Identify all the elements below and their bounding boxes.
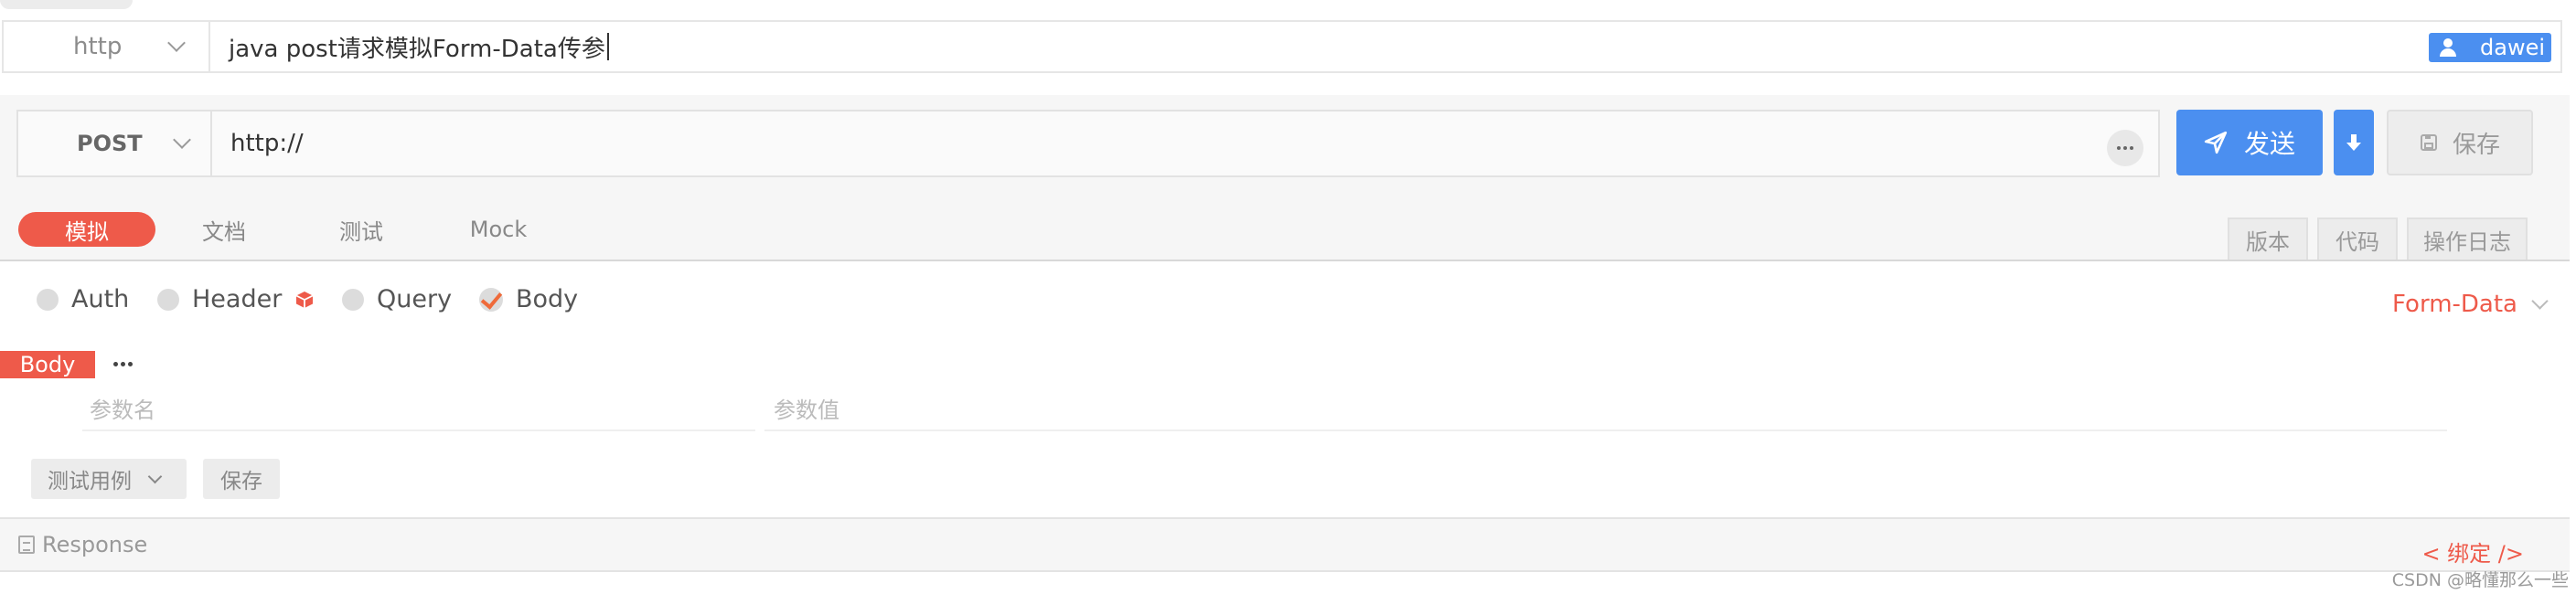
tab-docs[interactable]: 文档 bbox=[183, 212, 265, 247]
user-name: dawei bbox=[2480, 35, 2546, 60]
body-type-select[interactable]: Form-Data bbox=[2392, 291, 2549, 318]
testcase-label: 测试用例 bbox=[48, 470, 132, 493]
chevron-down-icon bbox=[173, 131, 191, 149]
param-value-input[interactable]: 参数值 bbox=[764, 386, 2447, 431]
testcase-dropdown[interactable]: 测试用例 bbox=[31, 459, 187, 499]
option-label: Query bbox=[377, 285, 453, 313]
send-icon bbox=[2204, 131, 2228, 154]
testcase-save-button[interactable]: 保存 bbox=[203, 459, 280, 499]
tab-simulate[interactable]: 模拟 bbox=[18, 212, 155, 247]
request-panel: POST http:// 发送 保存 bbox=[0, 95, 2570, 196]
user-badge[interactable]: dawei bbox=[2429, 33, 2551, 62]
user-icon bbox=[2438, 37, 2458, 58]
more-dot bbox=[2123, 146, 2127, 150]
more-dot bbox=[128, 362, 133, 366]
tab-test[interactable]: 测试 bbox=[320, 212, 402, 247]
more-dot bbox=[121, 362, 125, 366]
watermark: CSDN @略懂那么一些 bbox=[2391, 570, 2569, 590]
api-title-input[interactable]: java post请求模拟Form-Data传参 bbox=[210, 22, 2560, 71]
save-button[interactable]: 保存 bbox=[2387, 110, 2533, 175]
option-label: Auth bbox=[71, 285, 130, 313]
chevron-down-icon bbox=[167, 34, 186, 52]
more-dot bbox=[2117, 146, 2121, 150]
radio-button bbox=[37, 288, 59, 311]
option-label: Header bbox=[192, 285, 283, 313]
checked-radio-icon bbox=[479, 287, 503, 312]
save-icon bbox=[2420, 134, 2437, 151]
option-body[interactable]: Body bbox=[479, 285, 578, 313]
more-dot bbox=[113, 362, 118, 366]
chevron-down-icon bbox=[147, 469, 163, 483]
send-button[interactable]: 发送 bbox=[2176, 110, 2323, 175]
options-row: Auth Header Query Body Form-Data bbox=[0, 274, 2570, 329]
tab-version[interactable]: 版本 bbox=[2228, 217, 2308, 260]
text-caret bbox=[606, 33, 609, 60]
method-value: POST bbox=[77, 131, 143, 156]
option-query[interactable]: Query bbox=[342, 285, 452, 313]
api-title-text: java post请求模拟Form-Data传参 bbox=[229, 35, 605, 63]
radio-button bbox=[342, 288, 364, 311]
method-select[interactable]: POST bbox=[18, 111, 212, 175]
option-label: Body bbox=[516, 285, 579, 313]
url-text: http:// bbox=[230, 130, 304, 157]
tabs-row: 模拟 文档 测试 Mock 版本 代码 操作日志 bbox=[0, 196, 2570, 261]
body-type-value: Form-Data bbox=[2392, 291, 2517, 318]
body-tag: Body bbox=[0, 351, 95, 378]
url-input[interactable]: http:// bbox=[212, 111, 2158, 175]
tab-code[interactable]: 代码 bbox=[2317, 217, 2398, 260]
send-label: 发送 bbox=[2243, 129, 2295, 159]
protocol-select[interactable]: http bbox=[4, 22, 210, 71]
protocol-value: http bbox=[73, 33, 123, 60]
cube-icon bbox=[295, 291, 314, 308]
param-name-input[interactable]: 参数名 bbox=[82, 386, 755, 431]
download-button[interactable] bbox=[2334, 110, 2374, 175]
top-tab-stub[interactable] bbox=[0, 0, 133, 9]
more-dot bbox=[2130, 146, 2133, 150]
download-icon bbox=[2346, 134, 2361, 151]
tab-mock[interactable]: Mock bbox=[457, 212, 540, 247]
chevron-down-icon bbox=[2531, 292, 2549, 310]
bind-link[interactable]: < 绑定 /> bbox=[2421, 536, 2524, 567]
tab-operation-log[interactable]: 操作日志 bbox=[2407, 217, 2528, 260]
radio-button bbox=[157, 288, 179, 311]
option-auth[interactable]: Auth bbox=[37, 285, 129, 313]
url-more-button[interactable] bbox=[2107, 130, 2143, 166]
body-more-button[interactable] bbox=[113, 362, 133, 366]
response-bar: Response < 绑定 /> bbox=[0, 517, 2570, 572]
document-icon bbox=[18, 536, 35, 554]
save-label: 保存 bbox=[2452, 131, 2500, 159]
url-box: POST http:// bbox=[16, 110, 2160, 177]
response-toggle[interactable]: Response bbox=[18, 532, 147, 557]
option-header[interactable]: Header bbox=[157, 285, 315, 313]
response-label: Response bbox=[42, 532, 148, 557]
title-bar: http java post请求模拟Form-Data传参 dawei bbox=[2, 20, 2562, 73]
